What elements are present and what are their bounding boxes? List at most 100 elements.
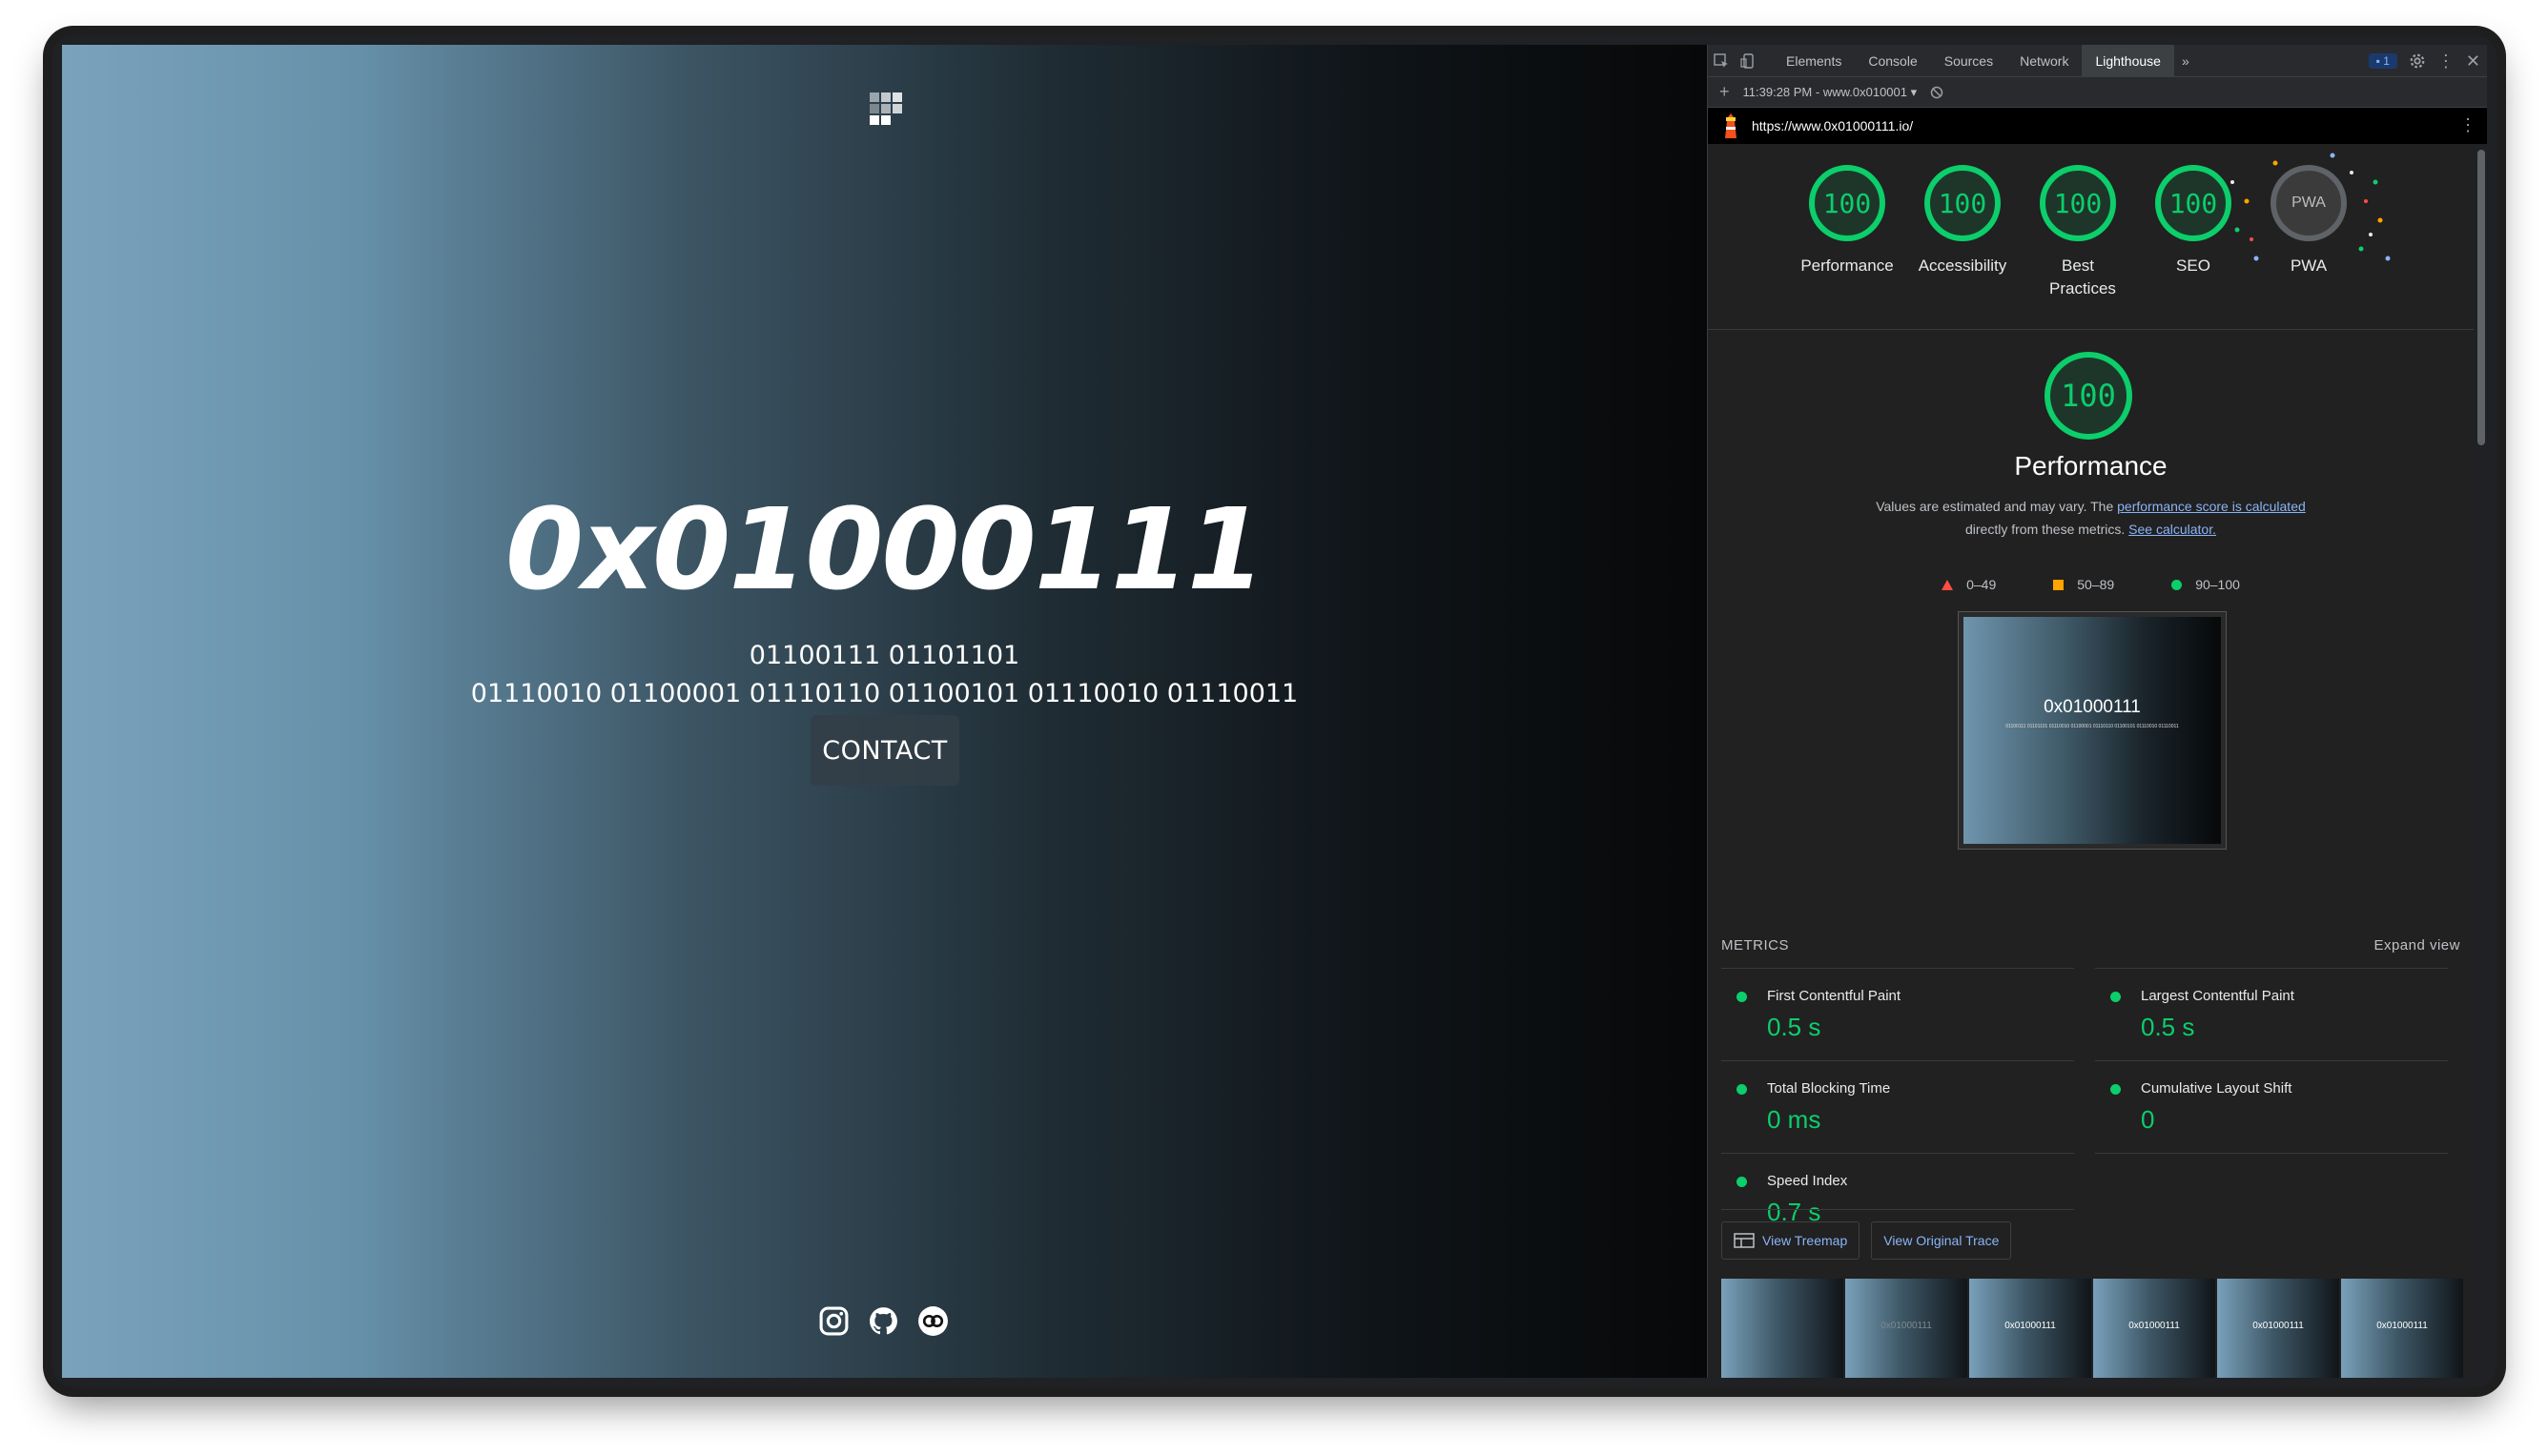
view-original-trace-button[interactable]: View Original Trace: [1871, 1221, 2012, 1260]
report-buttons: View Treemap View Original Trace: [1721, 1221, 2012, 1260]
final-screenshot[interactable]: 0x01000111 01100111 01101101 01110010 01…: [1958, 611, 2227, 850]
screenshot-image: 0x01000111 01100111 01101101 01110010 01…: [1963, 617, 2221, 844]
report-menu-icon[interactable]: ⋮: [2459, 115, 2476, 135]
github-icon[interactable]: [868, 1305, 899, 1337]
metric-name: Cumulative Layout Shift: [2141, 1080, 2292, 1097]
legend-pass: 90–100: [2171, 577, 2240, 592]
gauge-pwa[interactable]: PWA PWA: [2230, 153, 2391, 277]
pass-circle-icon: [2110, 1084, 2121, 1095]
desc-text: directly from these metrics.: [1965, 522, 2129, 537]
report-selector[interactable]: 11:39:28 PM - www.0x010001 ▾: [1743, 85, 1918, 100]
button-label: View Original Trace: [1883, 1233, 2000, 1248]
frame-text: 0x01000111: [2252, 1321, 2304, 1331]
metric-tbt: Total Blocking Time 0 ms: [1721, 1060, 2074, 1152]
view-treemap-button[interactable]: View Treemap: [1721, 1221, 1860, 1260]
close-devtools-icon[interactable]: ✕: [2466, 51, 2480, 72]
lighthouse-logo-icon: [1725, 113, 1736, 138]
performance-description: Values are estimated and may vary. The p…: [1708, 495, 2474, 541]
legend-fail: 0–49: [1942, 577, 1996, 592]
gauge-score: PWA: [2271, 165, 2347, 241]
report-url-bar: https://www.0x01000111.io/ ⋮: [1708, 108, 2487, 144]
report-url[interactable]: https://www.0x01000111.io/: [1752, 118, 1913, 133]
frame-text: 0x01000111: [2376, 1321, 2428, 1331]
average-square-icon: [2053, 579, 2065, 590]
frame-text: 0x01000111: [2128, 1321, 2180, 1331]
issues-count: 1: [2383, 54, 2390, 68]
tab-elements[interactable]: Elements: [1773, 45, 1855, 77]
hero-title: 0x01000111: [504, 483, 1265, 615]
legend-label: 90–100: [2195, 577, 2240, 592]
metric-name: Total Blocking Time: [1767, 1080, 1891, 1097]
filmstrip-frame: 0x01000111: [2341, 1279, 2463, 1378]
metric-cls: Cumulative Layout Shift 0: [2095, 1060, 2448, 1152]
filmstrip-frame: 0x01000111: [2093, 1279, 2215, 1378]
gauge-score: 100: [2040, 165, 2116, 241]
filmstrip-frame: 0x01000111: [1845, 1279, 1967, 1378]
tab-console[interactable]: Console: [1855, 45, 1930, 77]
metric-lcp: Largest Contentful Paint 0.5 s: [2095, 968, 2448, 1059]
issues-badge[interactable]: ▪ 1: [2368, 53, 2397, 69]
tab-lighthouse[interactable]: Lighthouse: [2082, 45, 2174, 77]
fail-triangle-icon: [1942, 579, 1954, 590]
metric-name: First Contentful Paint: [1767, 988, 1901, 1004]
score-legend: 0–49 50–89 90–100: [1708, 577, 2474, 592]
pass-circle-icon: [1736, 1084, 1747, 1095]
lighthouse-toolbar: + 11:39:28 PM - www.0x010001 ▾: [1708, 77, 2487, 108]
more-tabs-icon[interactable]: »: [2174, 45, 2197, 77]
social-links: [818, 1305, 949, 1337]
tab-sources[interactable]: Sources: [1931, 45, 2006, 77]
gauge-label: Accessibility: [1918, 256, 2007, 275]
report-scrollbar[interactable]: [2477, 150, 2485, 445]
settings-gear-icon[interactable]: [2409, 52, 2426, 70]
filmstrip-frame: 0x01000111: [2217, 1279, 2339, 1378]
gauge-best-practices[interactable]: 100 Best Practices: [2021, 165, 2135, 300]
website-viewport: 0x01000111 01100111 01101101 01110010 01…: [62, 45, 1707, 1378]
metrics-divider: [2095, 1153, 2448, 1154]
frame-text: 0x01000111: [1880, 1321, 1932, 1331]
perf-score-link[interactable]: performance score is calculated: [2117, 499, 2306, 514]
screenshot-title: 0x01000111: [2044, 697, 2141, 717]
expand-view-toggle[interactable]: Expand view: [2373, 937, 2460, 954]
binary-line-2: 01110010 01100001 01110110 01100101 0111…: [470, 679, 1299, 708]
metrics-label: METRICS: [1721, 937, 1789, 954]
legend-average: 50–89: [2053, 577, 2114, 592]
inspect-element-icon[interactable]: [1708, 45, 1735, 77]
device-toolbar-icon[interactable]: [1735, 45, 1761, 77]
instagram-icon[interactable]: [818, 1305, 850, 1337]
filmstrip-frame: 0x01000111: [1969, 1279, 2091, 1378]
new-report-icon[interactable]: +: [1719, 82, 1730, 102]
metric-value: 0.5 s: [1767, 1013, 1821, 1041]
legend-label: 50–89: [2077, 577, 2115, 592]
browser-window: 0x01000111 01100111 01101101 01110010 01…: [52, 35, 2497, 1387]
button-label: View Treemap: [1762, 1233, 1848, 1248]
tab-network[interactable]: Network: [2006, 45, 2082, 77]
issues-icon: ▪: [2375, 54, 2380, 68]
gauge-accessibility[interactable]: 100 Accessibility: [1905, 165, 2020, 277]
screenshot-subtitle: 01100111 01101101 01110010 01100001 0111…: [2005, 724, 2179, 729]
more-options-icon[interactable]: ⋮: [2437, 51, 2455, 72]
metric-name: Speed Index: [1767, 1173, 1848, 1189]
treemap-icon: [1734, 1233, 1755, 1248]
devtools-tabbar: Elements Console Sources Network Lightho…: [1708, 45, 2487, 77]
performance-score-gauge: 100: [2045, 352, 2132, 440]
desc-text: Values are estimated and may vary. The: [1876, 499, 2118, 514]
filmstrip: 0x01000111 0x01000111 0x01000111 0x01000…: [1721, 1279, 2463, 1378]
devtools-panel: Elements Console Sources Network Lightho…: [1707, 45, 2487, 1378]
gauge-score: 100: [1924, 165, 2001, 241]
performance-title: Performance: [2014, 451, 2168, 481]
gauge-performance[interactable]: 100 Performance: [1790, 165, 1904, 277]
metric-value: 0.5 s: [2141, 1013, 2195, 1041]
metrics-header: METRICS Expand view: [1721, 937, 2460, 954]
contact-button[interactable]: CONTACT: [811, 715, 959, 786]
gauge-label: PWA: [2290, 256, 2328, 275]
site-logo-icon[interactable]: [870, 92, 908, 131]
chain-icon[interactable]: [917, 1305, 949, 1337]
filmstrip-frame: 0x01000111: [1721, 1279, 1843, 1378]
binary-line-1: 01100111 01101101: [749, 641, 1020, 670]
pass-circle-icon: [2110, 992, 2121, 1002]
pass-circle-icon: [2171, 579, 2183, 590]
pass-circle-icon: [1736, 992, 1747, 1002]
clear-reports-icon[interactable]: [1930, 86, 1943, 99]
devtools-actions: ▪ 1 ⋮ ✕: [2368, 45, 2480, 77]
calculator-link[interactable]: See calculator.: [2128, 522, 2216, 537]
